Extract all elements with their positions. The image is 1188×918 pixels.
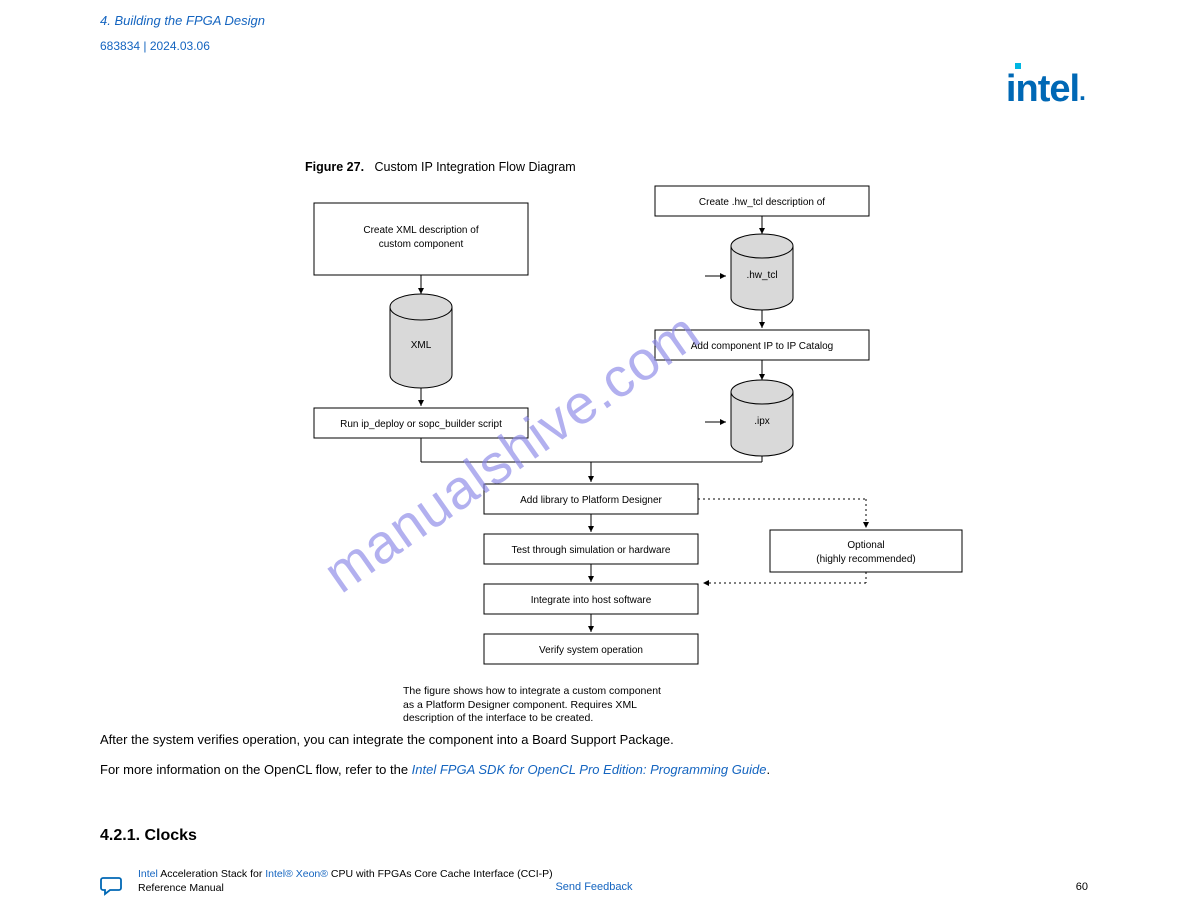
breadcrumb: 4. Building the FPGA Design [100,13,265,28]
breadcrumb-part1[interactable]: 4. Building the FPGA Design [100,13,265,28]
intel-logo: intel. [1006,68,1085,111]
node-optional-l1: Optional [847,540,884,551]
node-test-sim: Test through simulation or hardware [512,545,671,556]
body-p1: After the system verifies operation, you… [100,730,1088,750]
body-p2: For more information on the OpenCL flow,… [100,760,1088,780]
body-text: After the system verifies operation, you… [100,730,1088,790]
node-hw-tcl: .hw_tcl [746,270,777,281]
page-number: 60 [1076,881,1088,893]
chat-icon[interactable] [100,876,124,896]
flowchart: Create XML description of custom compone… [300,180,1080,700]
breadcrumb-sub: 683834 | 2024.03.06 [100,39,210,53]
figure-title-text: Custom IP Integration Flow Diagram [374,160,575,174]
node-optional-l2: (highly recommended) [816,554,916,565]
section-heading: 4.2.1. Clocks [100,827,197,845]
figure-caption: The figure shows how to integrate a cust… [403,685,673,726]
node-add-library: Add library to Platform Designer [520,495,662,506]
figure-title: Figure 27. Custom IP Integration Flow Di… [305,160,576,174]
node-create-xml-l2: custom component [379,239,464,250]
node-create-xml-l1: Create XML description of [363,225,478,236]
node-run-script: Run ip_deploy or sopc_builder script [340,419,502,430]
node-ipx: .ipx [754,416,770,427]
footer-left: Intel Acceleration Stack for Intel® Xeon… [138,867,553,896]
figure-number: Figure 27. [305,160,364,174]
opencl-guide-link[interactable]: Intel FPGA SDK for OpenCL Pro Edition: P… [412,762,767,777]
node-integrate: Integrate into host software [531,595,652,606]
node-add-ip: Add component IP to IP Catalog [691,341,834,352]
node-xml: XML [411,340,432,351]
node-create-hwtcl-l1: Create .hw_tcl description of [699,197,825,208]
node-verify: Verify system operation [539,645,643,656]
footer-send-feedback[interactable]: Send Feedback [555,881,632,893]
